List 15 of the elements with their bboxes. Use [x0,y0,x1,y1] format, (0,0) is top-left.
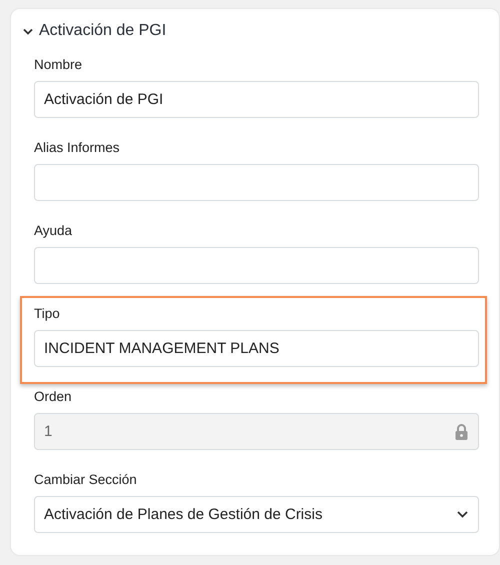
field-label: Cambiar Sección [34,471,137,488]
field-label: Nombre [34,56,82,73]
field-label: Alias Informes [34,139,120,156]
input-field: 1 [34,413,479,450]
input-field[interactable]: INCIDENT MANAGEMENT PLANS [34,330,479,367]
section-header[interactable]: Activación de PGI [23,21,166,41]
input-field[interactable] [34,164,479,201]
field-label: Orden [34,388,72,405]
field-label: Ayuda [34,222,72,239]
field-label: Tipo [34,305,60,322]
lock-icon [455,424,468,440]
select-field[interactable]: Activación de Planes de Gestión de Crisis [34,496,479,533]
input-field[interactable] [34,247,479,284]
input-field[interactable]: Activación de PGI [34,81,479,118]
chevron-down-icon [457,511,468,518]
